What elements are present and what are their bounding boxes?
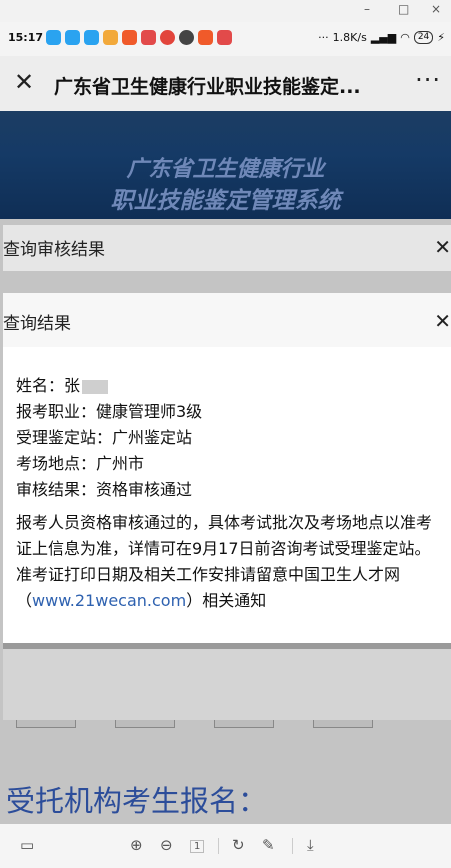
- link-close: ）相关通知: [186, 591, 267, 610]
- app-titlebar: ✕ 广东省卫生健康行业职业技能鉴定... ···: [0, 56, 451, 111]
- link-open: （: [16, 591, 33, 610]
- status-time: 15:17: [8, 31, 44, 44]
- close-icon[interactable]: ✕: [14, 68, 34, 96]
- zoom-out-icon[interactable]: ⊖: [160, 836, 173, 854]
- note-text: 报考人员资格审核通过的，具体考试批次及考场地点以准考证上信息为准，详情可在9月1…: [16, 513, 433, 584]
- app-icon: [103, 30, 118, 45]
- page-number-input[interactable]: 1: [190, 840, 205, 853]
- app-icon: [198, 30, 213, 45]
- location-row: 考场地点：广州市: [16, 454, 145, 473]
- window-titlebar: – □ ×: [0, 0, 451, 22]
- site-banner: 广东省卫生健康行业 职业技能鉴定管理系统: [0, 111, 451, 219]
- page-title: 广东省卫生健康行业职业技能鉴定...: [54, 76, 361, 98]
- toolbar-divider: [292, 838, 293, 854]
- qq-icon: [65, 30, 80, 45]
- toolbar-divider: [218, 838, 219, 854]
- dialog-divider: [3, 643, 451, 649]
- app-icon: [160, 30, 175, 45]
- query-audit-dialog: 查询审核结果 ✕: [3, 225, 451, 271]
- download-icon[interactable]: ⤓: [307, 836, 314, 854]
- name-redaction: [82, 379, 109, 394]
- more-menu-icon[interactable]: ···: [415, 66, 441, 94]
- app-icon: [122, 30, 137, 45]
- panel-icon[interactable]: ▭: [20, 836, 34, 854]
- close-icon[interactable]: ✕: [434, 309, 451, 333]
- signal-icon: ▂▄▆: [370, 31, 397, 44]
- network-speed: 1.8K/s: [332, 31, 367, 44]
- name-field: 姓名：张: [16, 376, 81, 395]
- rotate-icon[interactable]: ↻: [232, 836, 245, 854]
- qq-icon: [84, 30, 99, 45]
- station-row: 受理鉴定站：广州鉴定站: [16, 428, 193, 447]
- battery-indicator: 24: [413, 31, 434, 44]
- result-note: 报考人员资格审核通过的，具体考试批次及考场地点以准考证上信息为准，详情可在9月1…: [16, 510, 441, 614]
- notification-icons: [46, 30, 232, 45]
- app-icon: [141, 30, 156, 45]
- app-icon: [179, 30, 194, 45]
- close-icon[interactable]: ✕: [434, 235, 451, 259]
- wifi-icon: ◠: [400, 31, 410, 44]
- window-close-icon[interactable]: ×: [431, 2, 441, 16]
- app-icon: [217, 30, 232, 45]
- dialog-footer: [3, 643, 451, 720]
- qq-icon: [46, 30, 61, 45]
- zoom-in-icon[interactable]: ⊕: [130, 836, 143, 854]
- wecan-link[interactable]: www.21wecan.com: [32, 591, 186, 610]
- maximize-icon[interactable]: □: [398, 2, 409, 16]
- query-result-dialog: 查询结果 ✕ 姓名：张 报考职业：健康管理师3级 受理鉴定站：广州鉴定站 考场地…: [3, 293, 451, 720]
- status-bar: 15:17 ··· 1.8K/s ▂▄▆ ◠ 24 ⚡: [0, 22, 451, 56]
- pen-icon[interactable]: ✎: [262, 836, 275, 854]
- charging-icon: ⚡: [437, 31, 445, 44]
- banner-line1: 广东省卫生健康行业: [126, 157, 325, 182]
- status-right: ··· 1.8K/s ▂▄▆ ◠ 24 ⚡: [318, 31, 445, 44]
- dialog-header: 查询结果 ✕: [3, 293, 451, 347]
- dialog-title: 查询结果: [3, 314, 71, 334]
- result-row: 审核结果：资格审核通过: [16, 480, 193, 499]
- background-heading: 受托机构考生报名：: [6, 784, 268, 818]
- name-row: 姓名：张: [16, 373, 202, 399]
- banner-line2: 职业技能鉴定管理系统: [110, 188, 341, 214]
- job-row: 报考职业：健康管理师3级: [16, 402, 203, 421]
- status-more: ···: [318, 31, 329, 44]
- viewer-toolbar: ▭ ⊕ ⊖ 1 ↻ ✎ ⤓: [0, 824, 451, 868]
- minimize-icon[interactable]: –: [364, 2, 370, 16]
- query-audit-title: 查询审核结果: [3, 240, 105, 260]
- result-info: 姓名：张 报考职业：健康管理师3级 受理鉴定站：广州鉴定站 考场地点：广州市 审…: [16, 373, 202, 503]
